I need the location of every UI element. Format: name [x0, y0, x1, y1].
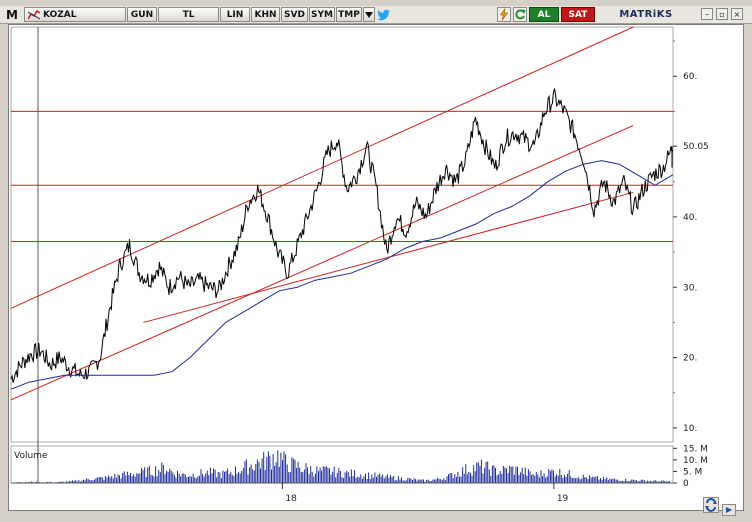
chart-area[interactable]: 10. 20. 30. 40. 50.05 60. 15. M 10. M 5. M 0 18 1…: [8, 24, 744, 511]
maximize-icon[interactable]: ▫: [716, 8, 728, 20]
khn-button[interactable]: KHN: [251, 7, 280, 22]
matriks-logo: MATRiKS: [619, 9, 673, 20]
y-tick-label-5: 60.: [683, 72, 697, 82]
close-icon[interactable]: ×: [731, 8, 743, 20]
currency-button[interactable]: TL: [158, 7, 219, 22]
sync-icon[interactable]: [703, 497, 719, 513]
refresh-icon[interactable]: [513, 7, 527, 22]
tmp-button[interactable]: TMP: [336, 7, 362, 22]
vol-tick-label-2: 5. M: [683, 467, 702, 477]
scale-button[interactable]: LIN: [220, 7, 250, 22]
twitter-icon[interactable]: [377, 7, 391, 22]
y-tick-label-4: 50.05: [683, 142, 709, 152]
symbol-chart-icon: [28, 10, 40, 20]
volume-label: Volume: [14, 451, 48, 461]
y-tick-label-3: 40.: [683, 213, 697, 223]
scroll-right-icon[interactable]: [722, 501, 736, 516]
x-tick-label-1: 19: [557, 494, 569, 504]
sym-button[interactable]: SYM: [309, 7, 335, 22]
price-chart[interactable]: 10. 20. 30. 40. 50.05 60. 15. M 10. M5. M 0 18 1…: [9, 25, 743, 510]
y-tick-label-2: 30.: [683, 283, 697, 293]
vol-tick-label-0: 15. M: [683, 444, 708, 454]
minimize-icon[interactable]: –: [701, 8, 713, 20]
dropdown-arrow-icon[interactable]: [363, 7, 375, 22]
y-tick-label-0: 10.: [683, 424, 697, 434]
price-panel[interactable]: [10, 26, 674, 443]
vol-tick-label-1: 10. M: [683, 456, 708, 466]
y-tick-label-1: 20.: [683, 354, 697, 364]
lightning-icon[interactable]: [497, 7, 511, 22]
symbol-box[interactable]: KOZAL: [24, 7, 126, 22]
vol-tick-label-3: 0: [683, 479, 689, 489]
chart-toolbar: M KOZAL GUN TL LIN KHN SVD SYM TMP AL SA…: [0, 6, 752, 24]
buy-button[interactable]: AL: [529, 7, 559, 22]
trading-window: M KOZAL GUN TL LIN KHN SVD SYM TMP AL SA…: [0, 0, 752, 522]
x-tick-label-0: 18: [285, 494, 297, 504]
period-button[interactable]: GUN: [127, 7, 157, 22]
sell-button[interactable]: SAT: [561, 7, 595, 22]
app-logo[interactable]: M: [2, 7, 22, 22]
symbol-label: KOZAL: [43, 9, 77, 20]
svd-button[interactable]: SVD: [281, 7, 308, 22]
